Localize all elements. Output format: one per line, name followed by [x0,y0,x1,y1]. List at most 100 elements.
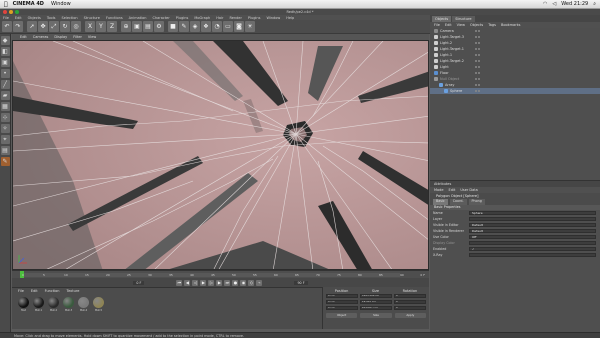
object-name[interactable]: Array [445,83,454,87]
first-frame-button[interactable]: ⏮ [176,279,183,286]
rotate-icon[interactable]: ↻ [60,21,70,32]
next-key-button[interactable]: ▶ [216,279,223,286]
viewport-menu-item[interactable]: Cameras [33,35,49,39]
brush-icon[interactable]: ✎ [0,157,10,166]
volume-icon[interactable]: ◁ [552,1,556,7]
app-menu-item[interactable]: MoGraph [194,16,210,20]
viewport-menu-item[interactable]: Filter [73,35,82,39]
app-menu-item[interactable]: Render [229,16,241,20]
app-menu-item[interactable]: Plugins [176,16,189,20]
object-name[interactable]: Light.1 [440,53,452,57]
attribute-field[interactable] [469,217,596,221]
object-visibility-flags[interactable] [475,90,480,92]
object-visibility-flags[interactable] [475,54,480,56]
cube-icon[interactable]: ■ [168,21,178,32]
subdivision-icon[interactable]: ◈ [190,21,200,32]
material-item[interactable]: Mat.4 [78,297,89,312]
close-window-icon[interactable] [3,10,7,14]
object-visibility-flags[interactable] [475,48,480,50]
end-frame-field[interactable]: 90 F [294,280,308,285]
app-menu-name[interactable]: CINEMA 4D [13,1,44,7]
object-name[interactable]: Light.Target.1 [440,47,464,51]
app-menu-item[interactable]: Plugins [248,16,261,20]
material-item[interactable]: Mat [18,297,29,312]
object-name[interactable]: Light.Target.2 [440,59,464,63]
attribute-field[interactable]: Sphere [469,211,596,215]
object-name[interactable]: Light.Target.3 [440,35,464,39]
deformer-icon[interactable]: ◔ [212,21,222,32]
object-visibility-flags[interactable] [475,42,480,44]
app-menu-item[interactable]: Edit [15,16,22,20]
clock[interactable]: Wed 21:29 [561,1,588,7]
material-item[interactable]: Mat.5 [93,297,104,312]
coord-size-dropdown[interactable]: Size [360,313,392,318]
model-mode-icon[interactable]: ◧ [0,47,10,56]
camera-icon[interactable]: ◙ [234,21,244,32]
app-menu-item[interactable]: Selection [62,16,78,20]
material-menu-item[interactable]: Edit [31,289,38,293]
material-menu-item[interactable]: Texture [67,289,80,293]
coord-field-rot[interactable]: 0 ° [394,306,426,310]
attribute-field[interactable]: ✓ [469,247,596,251]
app-menu-item[interactable]: Help [286,16,294,20]
viewport-menu-item[interactable]: View [88,35,96,39]
play-button[interactable]: ▶ [200,279,207,286]
app-menu-item[interactable]: Animation [129,16,147,20]
material-preview[interactable] [48,297,59,308]
viewport-menu-item[interactable]: Display [54,35,67,39]
material-menu-item[interactable]: Function [45,289,60,293]
app-menu-item[interactable]: Objects [28,16,41,20]
render-picture-icon[interactable]: ▤ [143,21,153,32]
coord-field-pos[interactable]: 0 cm [326,300,358,304]
attribute-field[interactable] [469,241,596,245]
prev-key-button[interactable]: ◀ [184,279,191,286]
point-mode-icon[interactable]: • [0,69,10,78]
material-preview[interactable] [78,297,89,308]
object-visibility-flags[interactable] [475,84,480,86]
object-name[interactable]: Sphere [450,89,462,93]
workplane-icon[interactable]: ▤ [0,146,10,155]
app-menu-item[interactable]: Tools [47,16,56,20]
object-visibility-flags[interactable] [475,36,480,38]
coord-field-pos[interactable]: 0 cm [326,306,358,310]
object-visibility-flags[interactable] [475,78,480,80]
coord-field-rot[interactable]: 0 ° [394,294,426,298]
x-axis-icon[interactable]: X [85,21,95,32]
texture-mode-icon[interactable]: ▦ [0,102,10,111]
coord-apply-button[interactable]: Apply [394,313,426,318]
tweak-mode-icon[interactable]: ✧ [0,124,10,133]
timeline[interactable]: 0 5 10 15 20 25 30 35 40 45 50 55 60 65 70 75 80 85 90 0 F [12,270,429,279]
app-menu-item[interactable]: Character [153,16,170,20]
app-menu-item[interactable]: Hair [216,16,223,20]
coord-system-icon[interactable]: ⊕ [121,21,131,32]
material-menu-item[interactable]: File [18,289,24,293]
snap-icon[interactable]: ⌖ [0,135,10,144]
object-name[interactable]: Light.2 [440,41,452,45]
object-visibility-flags[interactable] [475,30,480,32]
coord-mode-dropdown[interactable]: Object [326,313,358,318]
menu-window[interactable]: Window [51,1,71,7]
object-mode-icon[interactable]: ▣ [0,58,10,67]
pen-icon[interactable]: ✎ [179,21,189,32]
object-name[interactable]: Floor [440,71,449,75]
light-icon[interactable]: ☀ [245,21,255,32]
material-preview[interactable] [63,297,74,308]
material-preview[interactable] [33,297,44,308]
floor-icon[interactable]: ▭ [223,21,233,32]
keyframe-sel-button[interactable]: ◇ [248,279,255,286]
app-menu-item[interactable]: Window [266,16,280,20]
coord-field-pos[interactable]: 0 cm [326,294,358,298]
coord-field-size[interactable]: 29.903 cm [360,300,392,304]
material-preview[interactable] [18,297,29,308]
next-frame-button[interactable]: ▷ [208,279,215,286]
scale-icon[interactable]: ⤢ [49,21,59,32]
object-visibility-flags[interactable] [475,60,480,62]
auto-key-button[interactable]: ◉ [240,279,247,286]
zoom-window-icon[interactable] [15,10,19,14]
attribute-field[interactable]: Off [469,235,596,239]
coord-field-rot[interactable]: 0 ° [394,300,426,304]
recent-icon[interactable]: ◎ [71,21,81,32]
app-menu-item[interactable]: Structure [84,16,100,20]
render-view-icon[interactable]: ▣ [132,21,142,32]
make-editable-icon[interactable]: ◆ [0,36,10,45]
